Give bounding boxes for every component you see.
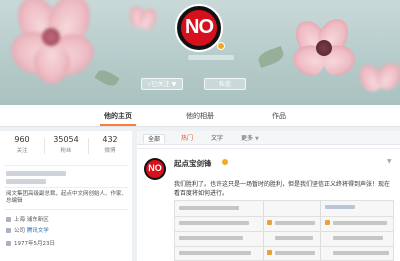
birthday-icon — [6, 241, 11, 246]
info-location-text: 上海 浦东新区 — [14, 217, 49, 223]
chevron-down-icon: ▼ — [255, 136, 259, 142]
cover-leaf — [94, 67, 120, 89]
stat-following-label: 关注 — [16, 148, 28, 154]
stat-followers-label: 粉丝 — [60, 148, 72, 154]
filter-more-label: 更多 — [241, 135, 254, 142]
info-company-link[interactable]: 腾讯文学 — [27, 228, 49, 234]
avatar-no-logo: NO — [185, 16, 214, 38]
post-menu-chevron-icon[interactable]: ▼ — [387, 158, 392, 165]
tab-home[interactable]: 他的主页 — [104, 111, 132, 121]
profile-bio: 阅文集团高级副总裁，起点中文网创始人、作家、总编辑 — [6, 191, 128, 204]
filter-all[interactable]: 全部 — [143, 134, 166, 143]
bio-redacted — [6, 171, 66, 176]
info-birthday-text: 1977年5月23日 — [14, 241, 55, 247]
profile-cover: NO √已关注 ▼ 私信 — [0, 0, 400, 105]
message-button[interactable]: 私信 — [204, 78, 246, 90]
stat-posts-value: 432 — [102, 135, 118, 144]
post-author-name[interactable]: 起点宝剑锋 — [174, 158, 212, 169]
divider — [4, 187, 128, 188]
profile-name — [188, 54, 234, 62]
profile-name-blurred — [188, 55, 234, 60]
divider — [4, 209, 128, 210]
feed-filter-bar: 全部 热门 文字 更多 ▼ — [137, 131, 400, 145]
divider — [137, 148, 400, 149]
divider — [4, 165, 128, 166]
post-avatar-logo: NO — [148, 163, 162, 173]
company-icon — [6, 228, 11, 233]
profile-stats: 960 关注 35054 粉丝 432 微博 — [0, 135, 132, 161]
active-tab-indicator — [100, 124, 136, 126]
info-company: 公司 腾讯文学 — [6, 226, 49, 234]
stat-following[interactable]: 960 关注 — [0, 135, 44, 154]
post-image-screenshot[interactable] — [174, 200, 394, 261]
cover-flower-far-right — [354, 58, 400, 104]
cover-flower-left — [5, 0, 100, 90]
cover-bud-top — [126, 3, 160, 33]
follow-button-label: √已关注 — [147, 81, 170, 88]
location-icon — [6, 217, 11, 222]
cover-flower-right — [289, 13, 360, 84]
profile-avatar[interactable]: NO — [175, 4, 223, 52]
stat-followers-value: 35054 — [53, 135, 79, 144]
info-location: 上海 浦东新区 — [6, 215, 49, 223]
info-company-label: 公司 — [14, 228, 26, 234]
info-birthday: 1977年5月23日 — [6, 239, 55, 247]
chevron-down-icon: ▼ — [171, 81, 177, 88]
stat-posts[interactable]: 432 微博 — [88, 135, 132, 154]
tab-works[interactable]: 作品 — [272, 111, 286, 121]
stat-followers[interactable]: 35054 粉丝 — [44, 135, 88, 154]
follow-button[interactable]: √已关注 ▼ — [141, 78, 183, 90]
verified-badge-icon — [217, 42, 225, 50]
cover-leaf — [256, 45, 286, 69]
stat-following-value: 960 — [14, 135, 30, 144]
post-text: 我们胜利了。也许这只是一场暂时的胜利，但是我们坚信正义终将得到声张！现在看百度将… — [174, 181, 391, 197]
feed-panel: 全部 热门 文字 更多 ▼ NO 起点宝剑锋 ▼ 我们胜利了。也许这只是一场暂时的… — [137, 131, 400, 261]
post-author-avatar[interactable]: NO — [144, 158, 166, 180]
filter-more[interactable]: 更多 ▼ — [237, 134, 263, 143]
profile-sidebar: 960 关注 35054 粉丝 432 微博 阅文集团高级副总裁，起点中文网创始… — [0, 131, 132, 261]
verified-badge-icon — [222, 159, 228, 165]
filter-text[interactable]: 文字 — [207, 134, 227, 143]
filter-hot[interactable]: 热门 — [177, 134, 197, 143]
profile-tab-bar: 他的主页 他的相册 作品 — [0, 105, 400, 127]
bio-redacted — [6, 179, 46, 184]
tab-album[interactable]: 他的相册 — [186, 111, 214, 121]
stat-posts-label: 微博 — [104, 148, 116, 154]
